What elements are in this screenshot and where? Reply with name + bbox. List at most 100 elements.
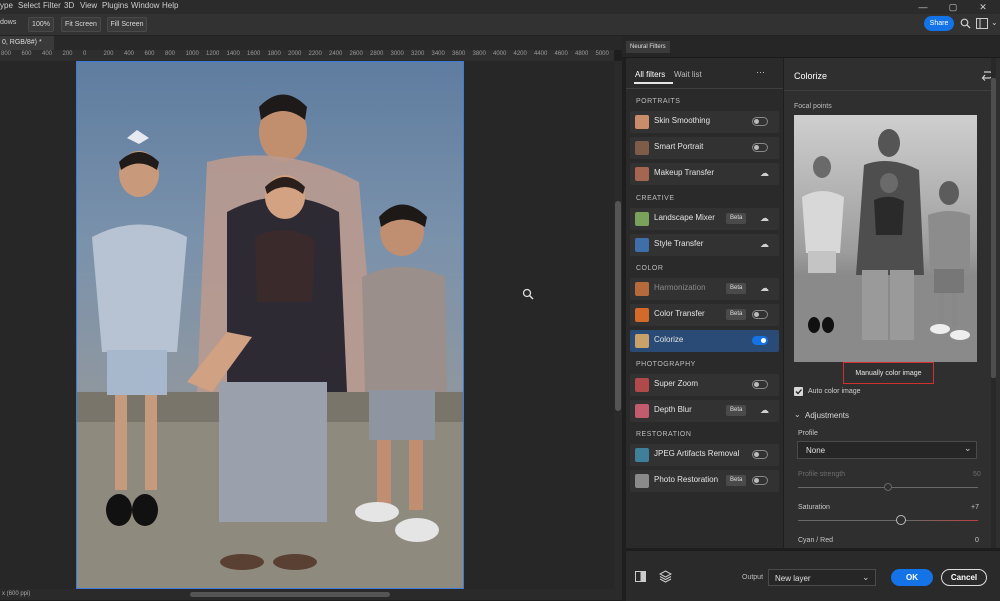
manually-color-image-button[interactable]: Manually color image [843, 362, 934, 384]
ruler-tick-label: 5000 [595, 51, 609, 57]
filter-toggle[interactable] [752, 143, 768, 152]
filter-label: Makeup Transfer [654, 168, 715, 177]
ruler-tick-label: 3000 [390, 51, 404, 57]
menu-window[interactable]: Window [131, 1, 159, 10]
adjustments-label[interactable]: Adjustments [805, 411, 849, 420]
zoom-100-button[interactable]: 100% [28, 17, 54, 32]
menu-select[interactable]: Select [18, 1, 40, 10]
filter-row-photo-restoration[interactable]: Photo Restoration Beta [630, 470, 779, 492]
menu-help[interactable]: Help [162, 1, 178, 10]
ruler-tick-label: 1600 [247, 51, 261, 57]
filter-row-color-transfer[interactable]: Color Transfer Beta [630, 304, 779, 326]
tab-all-filters[interactable]: All filters [635, 70, 665, 79]
horizontal-scroll-thumb[interactable] [190, 592, 390, 597]
cancel-button[interactable]: Cancel [941, 569, 987, 586]
saturation-slider[interactable] [798, 520, 978, 521]
ruler-tick-label: 1200 [206, 51, 220, 57]
settings-scrollbar[interactable] [991, 58, 996, 548]
workspace-icon[interactable] [976, 18, 988, 29]
filter-toggle[interactable] [752, 336, 768, 345]
filter-row-makeup-transfer[interactable]: Makeup Transfer ☁ [630, 163, 779, 185]
saturation-label: Saturation [798, 504, 830, 511]
cloud-download-icon[interactable]: ☁ [760, 283, 769, 294]
profile-strength-knob[interactable] [884, 483, 892, 491]
filter-toggle[interactable] [752, 310, 768, 319]
cloud-download-icon[interactable]: ☁ [760, 405, 769, 416]
more-options-icon[interactable]: ··· [756, 67, 765, 77]
colorized-family-photo[interactable] [76, 61, 464, 589]
filter-toggle[interactable] [752, 380, 768, 389]
filter-thumbnail [635, 141, 649, 155]
options-bar: dows 100% Fit Screen Fill Screen Share ⌄ [0, 14, 1000, 36]
profile-select[interactable]: None ⌄ [797, 441, 977, 459]
category-photography: PHOTOGRAPHY [636, 361, 696, 368]
canvas-status-bar: x (600 ppi) [0, 589, 622, 600]
filter-row-depth-blur[interactable]: Depth Blur Beta ☁ [630, 400, 779, 422]
close-button[interactable]: ✕ [968, 0, 998, 14]
scroll-thumb[interactable] [991, 78, 996, 378]
ruler-tick-label: 0 [83, 51, 87, 57]
ruler-tick-label: 800 [1, 51, 12, 57]
filter-row-super-zoom[interactable]: Super Zoom [630, 374, 779, 396]
filter-thumbnail [635, 308, 649, 322]
toggle-knob [754, 119, 759, 124]
document-tab[interactable]: 0, RGB/8#) * [0, 36, 54, 50]
toggle-knob [754, 452, 759, 457]
divider [784, 90, 991, 91]
menu-type[interactable]: ype [0, 1, 13, 10]
filter-row-landscape-mixer[interactable]: Landscape Mixer Beta ☁ [630, 208, 779, 230]
canvas-vertical-scrollbar[interactable] [614, 61, 622, 589]
ok-button[interactable]: OK [891, 569, 933, 586]
output-value: New layer [775, 574, 811, 583]
ruler-tick-label: 2800 [370, 51, 384, 57]
search-icon[interactable] [960, 18, 971, 29]
cloud-download-icon[interactable]: ☁ [760, 239, 769, 250]
minimize-button[interactable]: — [908, 0, 938, 14]
scroll-thumb[interactable] [615, 201, 621, 411]
focal-points-label: Focal points [794, 103, 832, 110]
colorize-settings-panel: Colorize Focal points Manually color ima… [784, 58, 1000, 551]
menu-3d[interactable]: 3D [64, 1, 74, 10]
menu-plugins[interactable]: Plugins [102, 1, 128, 10]
ruler-tick-label: 1800 [267, 51, 281, 57]
beta-badge: Beta [726, 283, 747, 294]
filter-label: Color Transfer [654, 309, 705, 318]
ruler-tick-label: 200 [62, 51, 73, 57]
saturation-knob[interactable] [896, 515, 906, 525]
filter-label: Style Transfer [654, 239, 704, 248]
menu-filter[interactable]: Filter [43, 1, 61, 10]
share-button[interactable]: Share [924, 16, 954, 31]
fill-screen-button[interactable]: Fill Screen [107, 17, 147, 32]
layers-icon[interactable] [659, 570, 672, 583]
canvas-area[interactable] [0, 61, 614, 589]
focal-points-preview[interactable] [794, 115, 977, 362]
fit-screen-button[interactable]: Fit Screen [61, 17, 101, 32]
chevron-down-icon[interactable]: ⌄ [794, 410, 801, 419]
ruler-tick-label: 600 [21, 51, 32, 57]
ruler-tick-label: 800 [165, 51, 176, 57]
filter-toggle[interactable] [752, 450, 768, 459]
filter-row-smart-portrait[interactable]: Smart Portrait [630, 137, 779, 159]
show-original-icon[interactable] [635, 571, 646, 582]
cloud-download-icon[interactable]: ☁ [760, 168, 769, 179]
neural-filters-tab[interactable]: Neural Filters [626, 41, 670, 53]
filter-row-style-transfer[interactable]: Style Transfer ☁ [630, 234, 779, 256]
auto-color-checkbox[interactable] [794, 387, 803, 396]
filter-row-skin-smoothing[interactable]: Skin Smoothing [630, 111, 779, 133]
output-select[interactable]: New layer ⌄ [768, 569, 876, 586]
filter-thumbnail [635, 404, 649, 418]
beta-badge: Beta [726, 213, 747, 224]
filter-row-colorize[interactable]: Colorize [630, 330, 779, 352]
filter-toggle[interactable] [752, 117, 768, 126]
filter-row-jpeg-artifacts-removal[interactable]: JPEG Artifacts Removal [630, 444, 779, 466]
maximize-button[interactable]: ▢ [938, 0, 968, 14]
filter-row-harmonization[interactable]: Harmonization Beta ☁ [630, 278, 779, 300]
chevron-down-icon[interactable]: ⌄ [991, 18, 998, 27]
ruler-tick-label: 4400 [534, 51, 548, 57]
menu-view[interactable]: View [80, 1, 97, 10]
toggle-knob [754, 145, 759, 150]
cloud-download-icon[interactable]: ☁ [760, 213, 769, 224]
filter-toggle[interactable] [752, 476, 768, 485]
tab-wait-list[interactable]: Wait list [674, 70, 702, 79]
filter-thumbnail [635, 115, 649, 129]
